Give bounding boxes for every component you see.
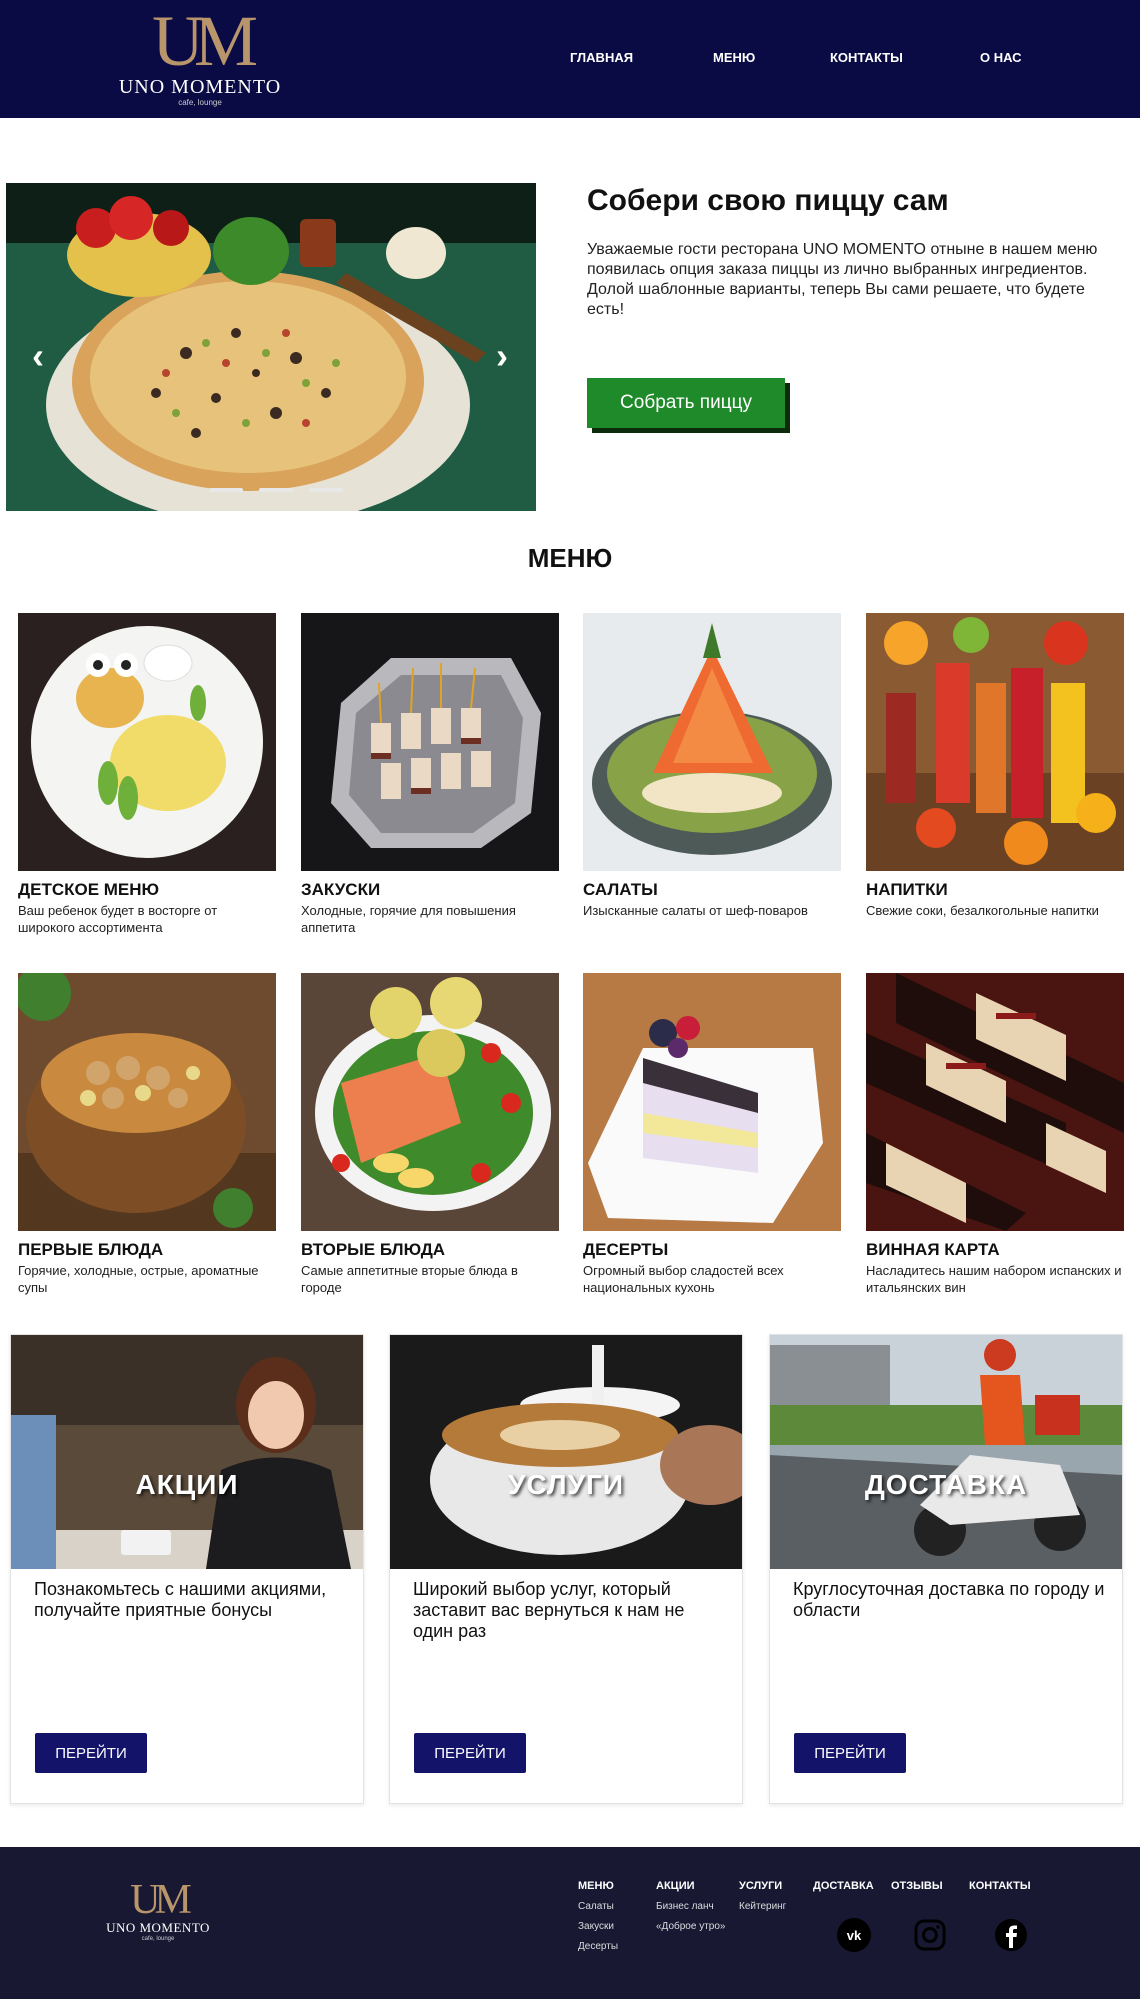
site-header: UM UNO MOMENTO cafe, lounge ГЛАВНАЯ МЕНЮ… <box>0 0 1140 118</box>
delivery-go-button[interactable]: ПЕРЕЙТИ <box>794 1733 906 1773</box>
promo-card-offers: АКЦИИ Познакомьтесь с нашими акциями, по… <box>10 1334 364 1804</box>
menu-card-kids[interactable]: Детское меню Ваш ребенок будет в восторг… <box>18 613 276 936</box>
promo-label: УСЛУГИ <box>507 1469 624 1500</box>
menu-item-desc: Самые аппетитные вторые блюда в городе <box>301 1263 518 1295</box>
logo-tagline: cafe, lounge <box>178 98 222 107</box>
footer-menu-link[interactable]: МЕНЮ <box>578 1880 618 1892</box>
hero-slider[interactable] <box>6 183 536 511</box>
footer-col-menu: МЕНЮ Салаты Закуски Десерты <box>578 1880 618 1952</box>
menu-item-name: Детское меню <box>18 880 160 899</box>
slider-next-icon[interactable]: › <box>496 338 508 374</box>
main-courses-image <box>301 973 559 1231</box>
menu-item-name: Салаты <box>583 880 658 899</box>
footer-link-good-morning[interactable]: «Доброе утро» <box>656 1921 725 1932</box>
menu-item-desc: Холодные, горячие для повышения аппетита <box>301 903 516 935</box>
menu-card-first-courses[interactable]: Первые блюда Горячие, холодные, острые, … <box>18 973 276 1296</box>
menu-item-name: Вторые блюда <box>301 1240 446 1259</box>
nav-about[interactable]: О НАС <box>980 50 1022 65</box>
promo-text: Круглосуточная доставка по городу и обла… <box>793 1579 1105 1620</box>
menu-card-desserts[interactable]: Десерты Огромный выбор сладостей всех на… <box>583 973 841 1296</box>
promo-text: Широкий выбор услуг, который заставит ва… <box>413 1579 685 1641</box>
menu-section-title: МЕНЮ <box>527 543 613 573</box>
footer-services-link[interactable]: УСЛУГИ <box>739 1880 786 1892</box>
services-go-button[interactable]: ПЕРЕЙТИ <box>414 1733 526 1773</box>
logo-mark: UM <box>151 1 258 81</box>
slider-prev-icon[interactable]: ‹ <box>32 338 44 374</box>
wine-image <box>866 973 1124 1231</box>
snacks-image <box>301 613 559 871</box>
footer-col-services: УСЛУГИ Кейтеринг <box>739 1880 786 1912</box>
footer-reviews-link[interactable]: ОТЗЫВЫ <box>891 1880 943 1892</box>
salads-image <box>583 613 841 871</box>
menu-card-wine[interactable]: Винная карта Насладитесь нашим набором и… <box>866 973 1124 1296</box>
offers-image: АКЦИИ <box>11 1335 363 1569</box>
facebook-icon[interactable] <box>994 1918 1028 1952</box>
menu-card-snacks[interactable]: Закуски Холодные, горячие для повышения … <box>301 613 559 936</box>
footer-col-reviews: ОТЗЫВЫ <box>891 1880 943 1892</box>
slider-dot-3[interactable] <box>309 488 343 492</box>
footer-link-salads[interactable]: Салаты <box>578 1901 618 1912</box>
pizza-image <box>6 183 536 511</box>
menu-card-main-courses[interactable]: Вторые блюда Самые аппетитные вторые блю… <box>301 973 559 1296</box>
menu-item-name: Винная карта <box>866 1240 1000 1259</box>
services-image: УСЛУГИ <box>390 1335 742 1569</box>
slider-dot-1[interactable] <box>209 488 243 492</box>
promo-card-services: УСЛУГИ Широкий выбор услуг, который заст… <box>389 1334 743 1804</box>
desserts-image <box>583 973 841 1231</box>
promo-card-delivery: ДОСТАВКА Круглосуточная доставка по горо… <box>769 1334 1123 1804</box>
menu-item-desc: Изысканные салаты от шеф-поваров <box>583 903 808 918</box>
footer-link-catering[interactable]: Кейтеринг <box>739 1901 786 1912</box>
hero-text: Уважаемые гости ресторана UNO MOMENTO от… <box>587 241 1098 318</box>
footer-logo-mark: UM <box>130 1877 192 1923</box>
nav-home[interactable]: ГЛАВНАЯ <box>570 50 633 65</box>
menu-card-salads[interactable]: Салаты Изысканные салаты от шеф-поваров <box>583 613 841 919</box>
delivery-image: ДОСТАВКА <box>770 1335 1122 1569</box>
menu-item-name: Первые блюда <box>18 1240 164 1259</box>
instagram-icon[interactable] <box>913 1918 947 1952</box>
vk-icon[interactable]: vk <box>837 1918 871 1952</box>
site-footer: UM UNO MOMENTO cafe, lounge МЕНЮ Салаты … <box>0 1847 1140 1999</box>
footer-link-business-lunch[interactable]: Бизнес ланч <box>656 1901 725 1912</box>
nav-contacts[interactable]: КОНТАКТЫ <box>830 50 903 65</box>
drinks-image <box>866 613 1124 871</box>
footer-link-desserts[interactable]: Десерты <box>578 1941 618 1952</box>
menu-item-name: Закуски <box>301 880 381 899</box>
footer-col-offers: АКЦИИ Бизнес ланч «Доброе утро» <box>656 1880 725 1932</box>
kids-menu-image <box>18 613 276 871</box>
nav-menu[interactable]: МЕНЮ <box>713 50 755 65</box>
footer-col-delivery: ДОСТАВКА <box>813 1880 874 1892</box>
menu-item-name: Напитки <box>866 880 948 899</box>
promo-label: ДОСТАВКА <box>864 1469 1028 1500</box>
footer-offers-link[interactable]: АКЦИИ <box>656 1880 725 1892</box>
footer-logo-tagline: cafe, lounge <box>141 1936 175 1942</box>
menu-item-desc: Свежие соки, безалкогольные напитки <box>866 903 1099 918</box>
offers-go-button[interactable]: ПЕРЕЙТИ <box>35 1733 147 1773</box>
footer-contacts-link[interactable]: КОНТАКТЫ <box>969 1880 1031 1892</box>
hero-title: Собери свою пиццу сам <box>587 184 949 217</box>
footer-col-contacts: КОНТАКТЫ <box>969 1880 1031 1892</box>
menu-item-desc: Горячие, холодные, острые, ароматные суп… <box>18 1263 259 1295</box>
footer-link-snacks[interactable]: Закуски <box>578 1921 618 1932</box>
menu-item-name: Десерты <box>583 1240 669 1259</box>
footer-logo-name: UNO MOMENTO <box>106 1920 210 1935</box>
logo-name: UNO MOMENTO <box>118 76 282 98</box>
svg-text:vk: vk <box>847 1928 862 1943</box>
menu-card-drinks[interactable]: Напитки Свежие соки, безалкогольные напи… <box>866 613 1124 919</box>
build-pizza-button[interactable]: Собрать пиццу <box>587 378 785 428</box>
slider-dot-2[interactable] <box>259 488 293 492</box>
footer-logo[interactable]: UM UNO MOMENTO cafe, lounge <box>100 1879 216 1943</box>
promo-label: АКЦИИ <box>135 1469 239 1500</box>
soups-image <box>18 973 276 1231</box>
menu-item-desc: Огромный выбор сладостей всех национальн… <box>583 1263 784 1295</box>
menu-item-desc: Ваш ребенок будет в восторге от широкого… <box>18 903 218 935</box>
promo-text: Познакомьтесь с нашими акциями, получайт… <box>34 1579 327 1620</box>
brand-logo[interactable]: UM UNO MOMENTO cafe, lounge <box>112 1 288 114</box>
footer-delivery-link[interactable]: ДОСТАВКА <box>813 1880 874 1892</box>
menu-item-desc: Насладитесь нашим набором испанских и ит… <box>866 1263 1122 1295</box>
